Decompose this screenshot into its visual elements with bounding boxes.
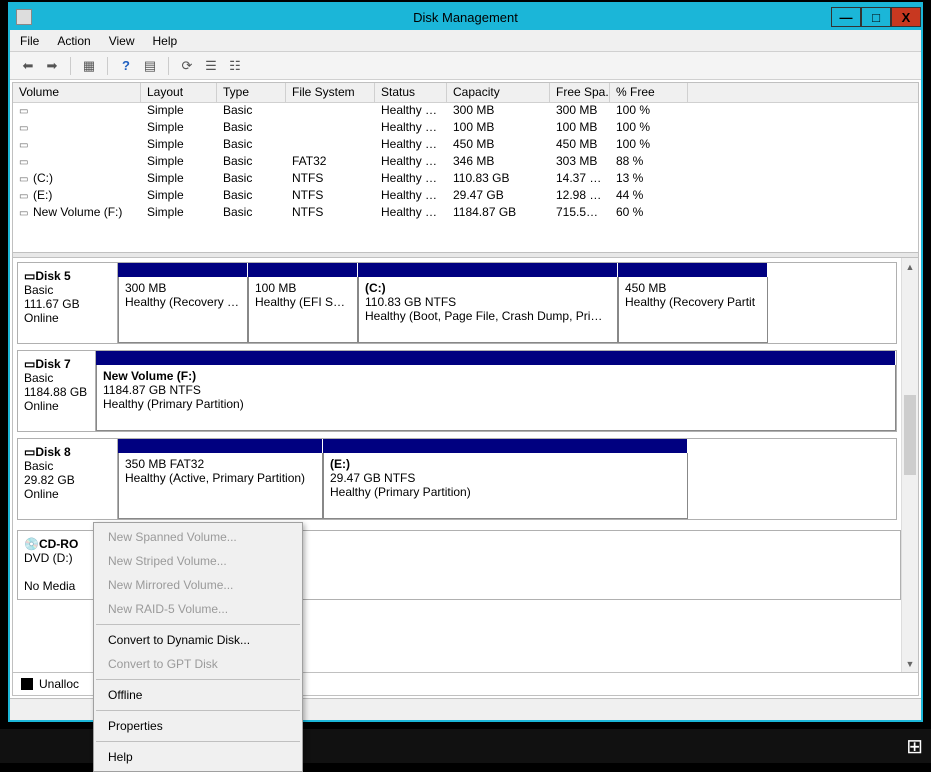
disk-label: ▭Disk 7 — [24, 357, 71, 371]
menu-item[interactable]: Properties — [94, 714, 302, 738]
menu-item[interactable]: Offline — [94, 683, 302, 707]
partition[interactable]: (C:)110.83 GB NTFSHealthy (Boot, Page Fi… — [358, 277, 618, 343]
menu-separator — [96, 624, 300, 625]
menu-file[interactable]: File — [20, 34, 39, 48]
partition[interactable]: 350 MB FAT32Healthy (Active, Primary Par… — [118, 453, 323, 519]
forward-arrow-icon[interactable]: ➡ — [42, 56, 62, 76]
action-icon[interactable]: ☷ — [225, 56, 245, 76]
toolbar-sep — [168, 57, 169, 75]
props-icon[interactable]: ▤ — [140, 56, 160, 76]
menu-item: New Striped Volume... — [94, 549, 302, 573]
maximize-button[interactable]: □ — [861, 7, 891, 27]
menubar: File Action View Help — [10, 30, 921, 52]
legend-label: Unalloc — [39, 677, 79, 691]
drive-icon: ▭ — [19, 191, 33, 202]
volume-row[interactable]: ▭SimpleBasicHealthy (E...100 MB100 MB100… — [13, 120, 918, 137]
menu-item: New Spanned Volume... — [94, 525, 302, 549]
disk-row[interactable]: ▭Disk 7Basic1184.88 GBOnline New Volume (… — [17, 350, 897, 432]
titlebar[interactable]: Disk Management — □ X — [10, 4, 921, 30]
cdrom-drive: DVD (D:) — [24, 551, 73, 565]
partition[interactable]: (E:)29.47 GB NTFSHealthy (Primary Partit… — [323, 453, 688, 519]
refresh-icon[interactable]: ⟳ — [177, 56, 197, 76]
close-button[interactable]: X — [891, 7, 921, 27]
menu-item[interactable]: Help — [94, 745, 302, 769]
disk-state: Online — [24, 487, 59, 501]
toolbar-sep — [70, 57, 71, 75]
cdrom-state: No Media — [24, 579, 75, 593]
col-filesystem[interactable]: File System — [286, 83, 375, 102]
scrollbar-vertical[interactable]: ▲ ▼ — [901, 258, 918, 672]
menu-item[interactable]: Convert to Dynamic Disk... — [94, 628, 302, 652]
menu-separator — [96, 741, 300, 742]
toolbar-sep — [107, 57, 108, 75]
menu-separator — [96, 710, 300, 711]
partition[interactable]: 450 MBHealthy (Recovery Partit — [618, 277, 768, 343]
cdrom-label: 💿CD-RO — [24, 537, 78, 551]
menu-help[interactable]: Help — [153, 34, 178, 48]
partition[interactable]: New Volume (F:)1184.87 GB NTFSHealthy (P… — [96, 365, 896, 431]
scroll-up-icon[interactable]: ▲ — [902, 258, 918, 275]
volume-row[interactable]: ▭SimpleBasicFAT32Healthy (A...346 MB303 … — [13, 154, 918, 171]
col-status[interactable]: Status — [375, 83, 447, 102]
drive-icon: ▭ — [19, 157, 33, 168]
disk-size: 29.82 GB — [24, 473, 75, 487]
col-layout[interactable]: Layout — [141, 83, 217, 102]
col-volume[interactable]: Volume — [13, 83, 141, 102]
volume-row[interactable]: ▭SimpleBasicHealthy (R...450 MB450 MB100… — [13, 137, 918, 154]
volume-row[interactable]: ▭(C:)SimpleBasicNTFSHealthy (B...110.83 … — [13, 171, 918, 188]
menu-separator — [96, 679, 300, 680]
menu-action[interactable]: Action — [57, 34, 90, 48]
scroll-down-icon[interactable]: ▼ — [902, 655, 918, 672]
app-icon — [16, 9, 32, 25]
disk-label: ▭Disk 5 — [24, 269, 71, 283]
drive-icon: ▭ — [19, 208, 33, 219]
windows-start-icon[interactable]: ⊞ — [906, 734, 923, 759]
back-arrow-icon[interactable]: ⬅ — [18, 56, 38, 76]
menu-item: New Mirrored Volume... — [94, 573, 302, 597]
scroll-thumb[interactable] — [904, 395, 916, 475]
disk-type: Basic — [24, 283, 53, 297]
disk-label: ▭Disk 8 — [24, 445, 71, 459]
minimize-button[interactable]: — — [831, 7, 861, 27]
help-icon[interactable]: ? — [116, 56, 136, 76]
drive-icon: ▭ — [19, 123, 33, 134]
volume-row[interactable]: ▭(E:)SimpleBasicNTFSHealthy (P...29.47 G… — [13, 188, 918, 205]
col-capacity[interactable]: Capacity — [447, 83, 550, 102]
volume-list[interactable]: ▭SimpleBasicHealthy (R...300 MB300 MB100… — [13, 103, 918, 222]
show-hide-icon[interactable]: ▦ — [79, 56, 99, 76]
volume-row[interactable]: ▭SimpleBasicHealthy (R...300 MB300 MB100… — [13, 103, 918, 120]
settings-icon[interactable]: ☰ — [201, 56, 221, 76]
disk-state: Online — [24, 311, 59, 325]
col-type[interactable]: Type — [217, 83, 286, 102]
col-free[interactable]: Free Spa... — [550, 83, 610, 102]
toolbar: ⬅ ➡ ▦ ? ▤ ⟳ ☰ ☷ — [10, 52, 921, 80]
context-menu: New Spanned Volume...New Striped Volume.… — [93, 522, 303, 772]
disk-row[interactable]: ▭Disk 5Basic111.67 GBOnline 300 MBHealthy… — [17, 262, 897, 344]
partition[interactable]: 100 MBHealthy (EFI Syste — [248, 277, 358, 343]
disk-row[interactable]: ▭Disk 8Basic29.82 GBOnline 350 MB FAT32He… — [17, 438, 897, 520]
menu-item: New RAID-5 Volume... — [94, 597, 302, 621]
drive-icon: ▭ — [19, 140, 33, 151]
disk-size: 111.67 GB — [24, 297, 80, 311]
disk-state: Online — [24, 399, 59, 413]
disk-type: Basic — [24, 371, 53, 385]
drive-icon: ▭ — [19, 106, 33, 117]
disk-size: 1184.88 GB — [24, 385, 87, 399]
legend-swatch-icon — [21, 678, 33, 690]
col-pctfree[interactable]: % Free — [610, 83, 688, 102]
menu-view[interactable]: View — [109, 34, 135, 48]
window-title: Disk Management — [413, 10, 518, 25]
menu-item: Convert to GPT Disk — [94, 652, 302, 676]
drive-icon: ▭ — [19, 174, 33, 185]
partition[interactable]: 300 MBHealthy (Recovery Par — [118, 277, 248, 343]
disk-type: Basic — [24, 459, 53, 473]
volume-row[interactable]: ▭New Volume (F:)SimpleBasicNTFSHealthy (… — [13, 205, 918, 222]
volume-list-header: Volume Layout Type File System Status Ca… — [13, 83, 918, 103]
